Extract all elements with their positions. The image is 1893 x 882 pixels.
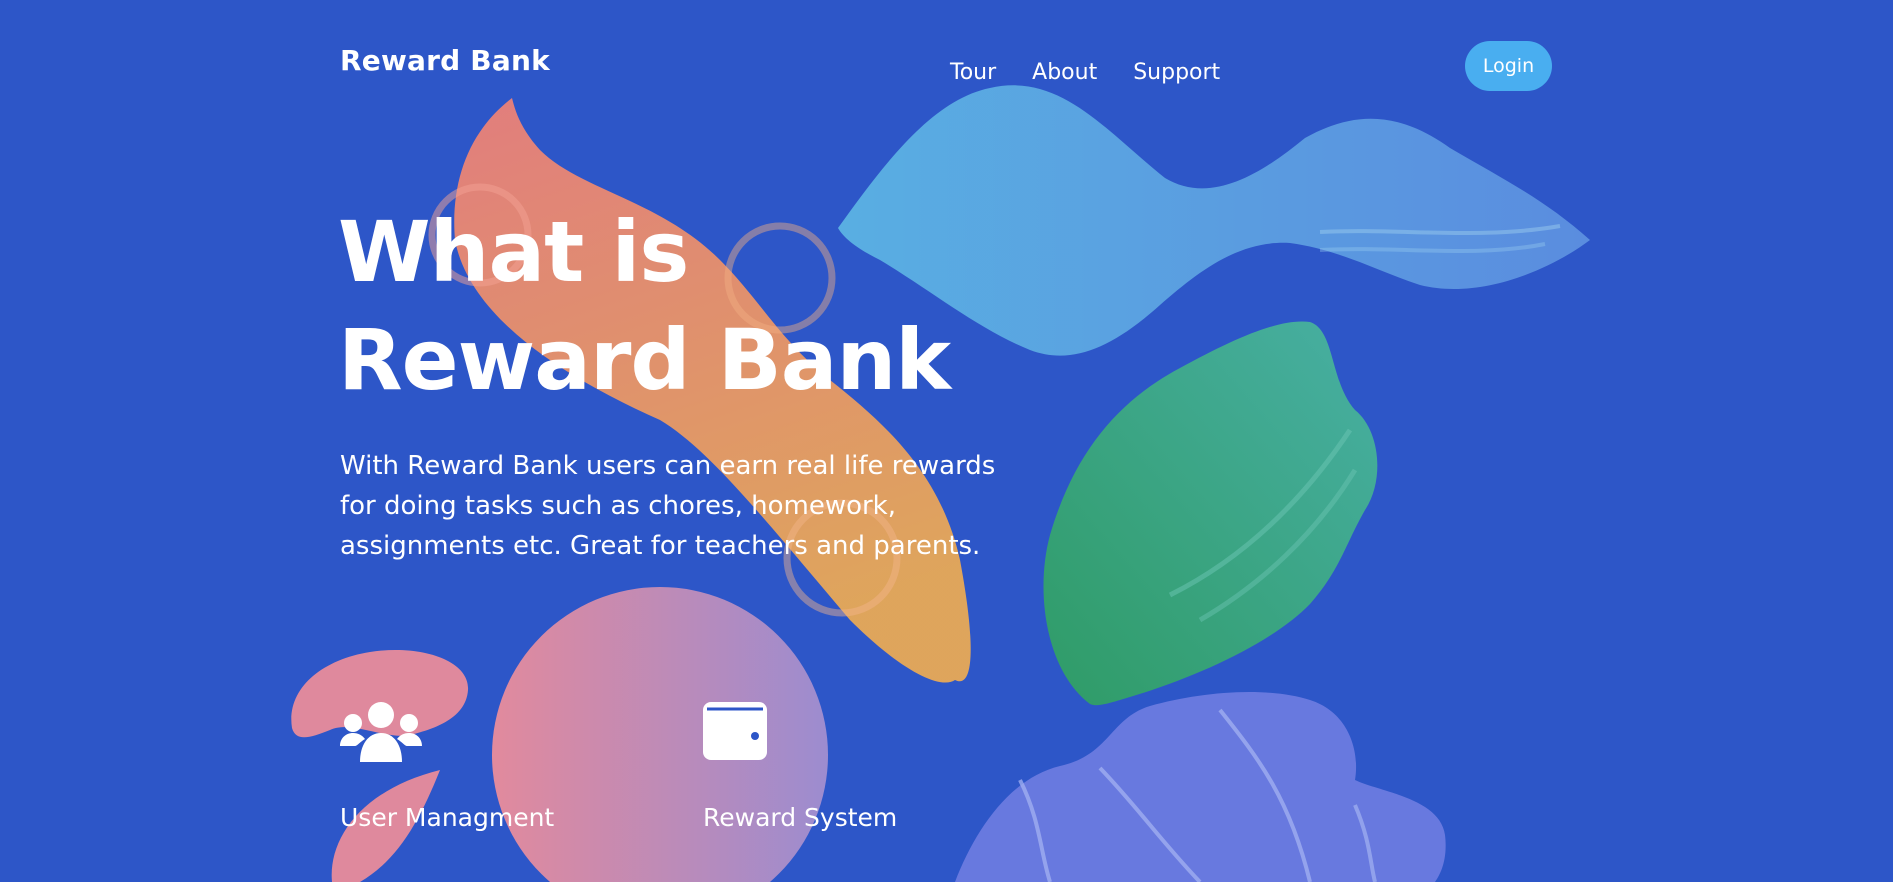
wallet-icon [703, 702, 767, 760]
nav-link-support[interactable]: Support [1133, 60, 1220, 85]
nav-link-about[interactable]: About [1032, 60, 1097, 85]
feature-label-user-management: User Managment [340, 803, 555, 832]
nav-link-tour[interactable]: Tour [950, 60, 996, 85]
green-leaf-stroke [1168, 428, 1353, 598]
hero-title: What is Reward Bank [338, 198, 1038, 414]
hero-description: With Reward Bank users can earn real lif… [340, 451, 996, 561]
feature-user-management: User Managment [340, 702, 554, 832]
purple-blob-line [1018, 779, 1052, 882]
green-leaf-shape [1043, 321, 1378, 706]
hero-section: What is Reward Bank With Reward Bank use… [338, 198, 1038, 566]
feature-reward-system: Reward System [703, 702, 897, 832]
login-button[interactable]: Login [1465, 41, 1552, 91]
purple-blob-line [1353, 804, 1377, 882]
purple-blob-line [1218, 708, 1312, 882]
users-icon [340, 702, 422, 762]
blue-wave-highlight [1319, 224, 1561, 235]
blue-wave-highlight [1319, 242, 1546, 253]
purple-bottom-blob [955, 692, 1446, 882]
green-leaf-stroke [1198, 468, 1358, 623]
main-nav: Tour About Support [950, 60, 1220, 85]
hero-title-line-2: Reward Bank [338, 311, 951, 409]
brand-logo-text[interactable]: Reward Bank [340, 44, 550, 77]
hero-title-line-1: What is [338, 203, 689, 301]
feature-label-reward-system: Reward System [703, 803, 898, 832]
purple-blob-line [1098, 766, 1202, 882]
